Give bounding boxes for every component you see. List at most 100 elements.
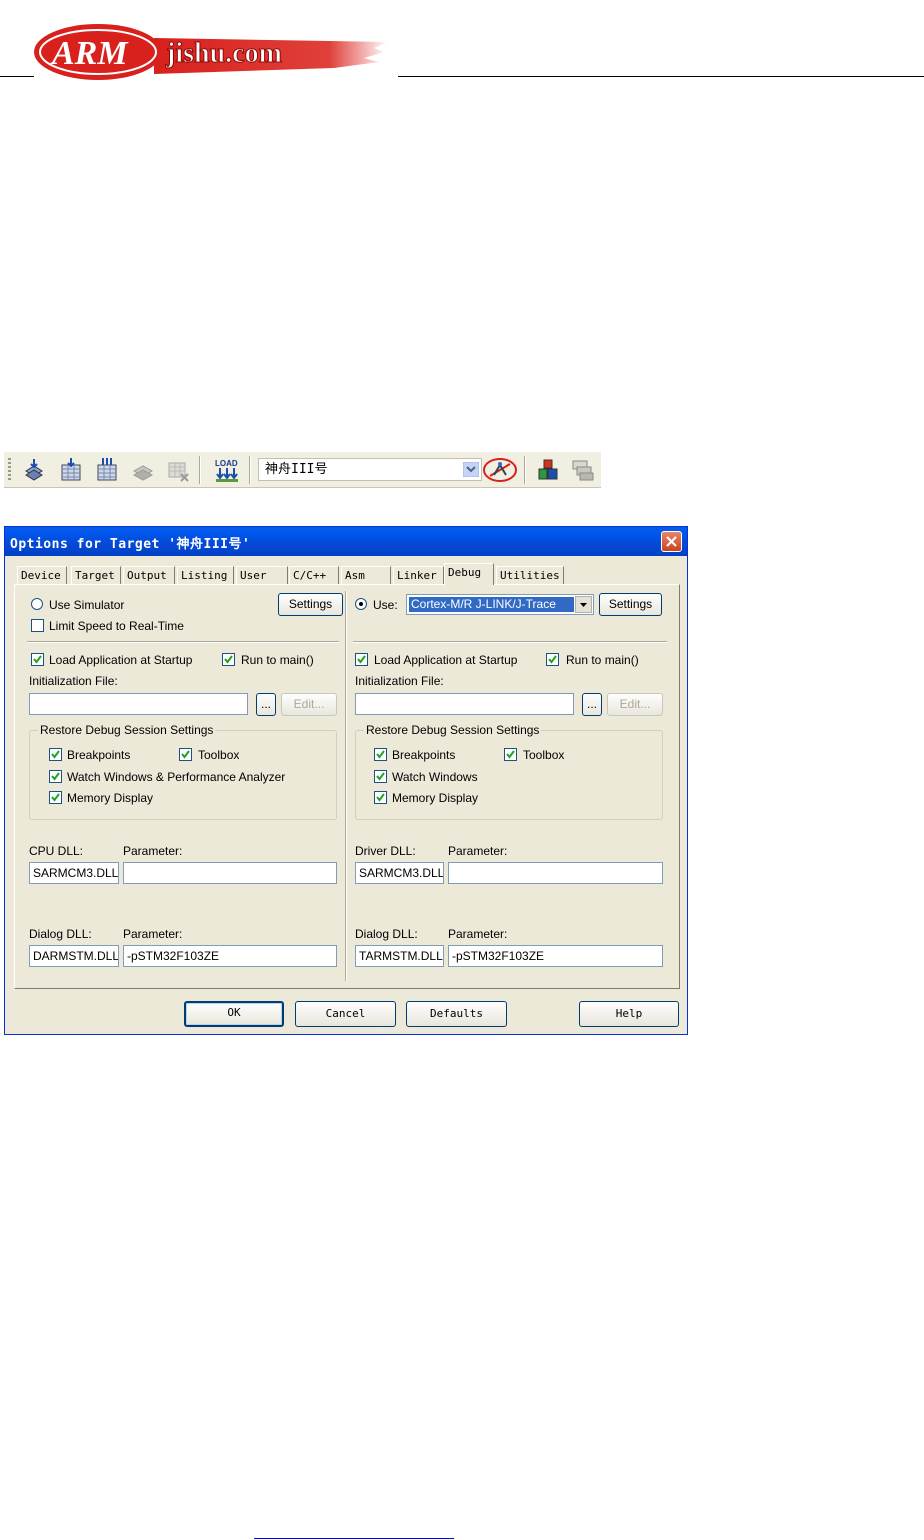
breakpoints-label: Breakpoints (67, 748, 131, 762)
memory-display-label: Memory Display (67, 791, 154, 805)
defaults-button[interactable]: Defaults (406, 1001, 507, 1027)
toolbar-separator (199, 456, 201, 484)
dialog-param-input[interactable]: -pSTM32F103ZE (123, 945, 337, 967)
armjishu-logo: ARM jishu.com (34, 22, 388, 82)
load-app-label-hw: Load Application at Startup (374, 653, 518, 667)
watch-windows-label: Watch Windows & Performance Analyzer (67, 770, 286, 784)
target-select-value: 神舟III号 (265, 462, 328, 477)
simulator-settings-button[interactable]: Settings (278, 593, 343, 616)
driver-param-label: Parameter: (448, 844, 508, 858)
ok-button[interactable]: OK (184, 1001, 284, 1027)
load-app-checkbox[interactable] (31, 653, 44, 666)
init-file-browse-button-hw[interactable]: ... (582, 693, 602, 716)
breakpoints-checkbox[interactable] (49, 748, 62, 761)
watch-windows-checkbox[interactable] (49, 770, 62, 783)
use-simulator-label: Use Simulator (49, 598, 125, 612)
limit-speed-checkbox[interactable] (31, 619, 44, 632)
init-file-edit-button-hw[interactable]: Edit... (607, 693, 663, 716)
dialog-titlebar[interactable]: Options for Target '神舟III号' (5, 527, 687, 556)
header-rule-left (0, 76, 34, 77)
tab-user[interactable]: User (236, 566, 288, 584)
tab-asm[interactable]: Asm (341, 566, 391, 584)
load-app-checkbox-hw[interactable] (355, 653, 368, 666)
init-file-input-hw[interactable] (355, 693, 574, 715)
tab-device[interactable]: Device (17, 566, 67, 584)
toolbar-separator (524, 456, 526, 484)
restore-settings-title-hw: Restore Debug Session Settings (364, 723, 542, 737)
init-file-input[interactable] (29, 693, 248, 715)
cpu-dll-label: CPU DLL: (29, 844, 84, 858)
use-driver-radio[interactable] (355, 598, 367, 610)
debug-tab-panel: Use Simulator Settings Limit Speed to Re… (14, 584, 680, 989)
memory-display-checkbox[interactable] (49, 791, 62, 804)
dialog-dll-label: Dialog DLL: (29, 927, 92, 941)
limit-speed-label: Limit Speed to Real-Time (49, 619, 184, 633)
stop-build-icon[interactable] (166, 457, 190, 483)
close-icon (666, 536, 677, 547)
driver-param-input[interactable] (448, 862, 663, 884)
restore-settings-group: Restore Debug Session Settings Breakpoin… (29, 723, 337, 820)
options-for-target-dialog: Options for Target '神舟III号' Device Targe… (4, 526, 688, 1035)
dialog-param-label: Parameter: (123, 927, 183, 941)
build-icon[interactable] (59, 457, 83, 483)
svg-text:jishu.com: jishu.com (165, 38, 282, 69)
dialog-dll-input[interactable]: DARMSTM.DLL (29, 945, 119, 967)
chevron-down-icon[interactable] (462, 461, 480, 478)
toolbox-label: Toolbox (198, 748, 240, 762)
restore-settings-group-hw: Restore Debug Session Settings Breakpoin… (355, 723, 663, 820)
translate-icon[interactable] (22, 457, 46, 483)
cpu-param-label: Parameter: (123, 844, 183, 858)
cancel-button[interactable]: Cancel (295, 1001, 396, 1027)
driver-settings-button[interactable]: Settings (599, 593, 662, 616)
rebuild-icon[interactable] (95, 457, 119, 483)
dialog-param-label-hw: Parameter: (448, 927, 508, 941)
tab-output[interactable]: Output (123, 566, 175, 584)
cpu-param-input[interactable] (123, 862, 337, 884)
close-button[interactable] (661, 531, 682, 552)
cpu-dll-input[interactable]: SARMCM3.DLL (29, 862, 119, 884)
tab-utilities[interactable]: Utilities (496, 566, 564, 584)
target-select[interactable]: 神舟III号 (258, 458, 482, 481)
driver-dll-input[interactable]: SARMCM3.DLL (355, 862, 444, 884)
debug-driver-value: Cortex-M/R J-LINK/J-Trace (409, 597, 574, 612)
load-app-label: Load Application at Startup (49, 653, 193, 667)
init-file-label: Initialization File: (29, 674, 118, 688)
toolbar-separator (249, 456, 251, 484)
init-file-label-hw: Initialization File: (355, 674, 444, 688)
init-file-browse-button[interactable]: ... (256, 693, 276, 716)
breakpoints-label-hw: Breakpoints (392, 748, 456, 762)
watch-windows-checkbox-hw[interactable] (374, 770, 387, 783)
help-button[interactable]: Help (579, 1001, 679, 1027)
dialog-param-input-hw[interactable]: -pSTM32F103ZE (448, 945, 663, 967)
svg-text:LOAD: LOAD (215, 459, 238, 468)
tab-linker[interactable]: Linker (393, 566, 444, 584)
tab-listing[interactable]: Listing (177, 566, 234, 584)
dialog-title: Options for Target '神舟III号' (10, 537, 251, 552)
chevron-down-icon[interactable] (575, 596, 592, 613)
dialog-dll-label-hw: Dialog DLL: (355, 927, 418, 941)
run-to-main-checkbox[interactable] (222, 653, 235, 666)
run-to-main-label: Run to main() (241, 653, 314, 667)
load-download-icon[interactable]: LOAD (214, 457, 238, 483)
toolbox-checkbox-hw[interactable] (504, 748, 517, 761)
watch-windows-label-hw: Watch Windows (392, 770, 478, 784)
toolbox-checkbox[interactable] (179, 748, 192, 761)
use-simulator-radio[interactable] (31, 598, 43, 610)
dialog-dll-input-hw[interactable]: TARMSTM.DLL (355, 945, 444, 967)
batch-build-icon[interactable] (131, 457, 155, 483)
tab-cpp[interactable]: C/C++ (289, 566, 339, 584)
select-packs-icon[interactable] (571, 457, 595, 483)
init-file-edit-button[interactable]: Edit... (281, 693, 337, 716)
breakpoints-checkbox-hw[interactable] (374, 748, 387, 761)
section-divider (353, 641, 667, 643)
run-to-main-checkbox-hw[interactable] (546, 653, 559, 666)
toolbar-grip[interactable] (8, 458, 11, 482)
wizard-icon[interactable] (482, 457, 518, 483)
tab-debug[interactable]: Debug (444, 563, 494, 585)
memory-display-checkbox-hw[interactable] (374, 791, 387, 804)
manage-components-icon[interactable] (536, 457, 560, 483)
tab-target[interactable]: Target (71, 566, 121, 584)
footer-link-underline[interactable] (254, 1538, 454, 1539)
restore-settings-title: Restore Debug Session Settings (38, 723, 216, 737)
debug-driver-select[interactable]: Cortex-M/R J-LINK/J-Trace (406, 594, 594, 615)
